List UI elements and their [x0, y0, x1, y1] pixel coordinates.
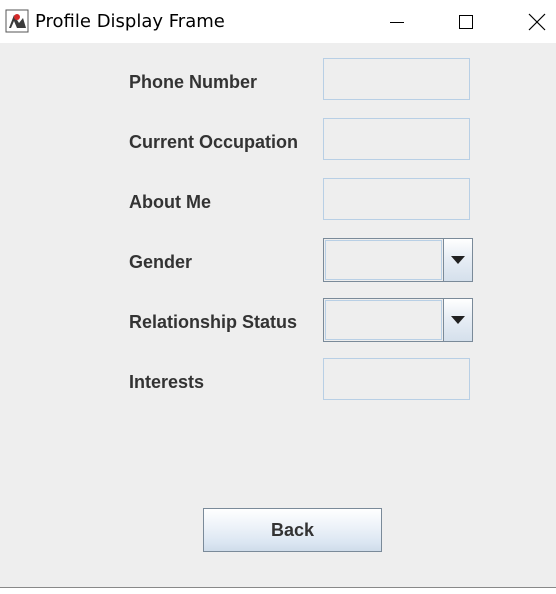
- phone-number-field[interactable]: [323, 58, 470, 100]
- gender-label: Gender: [129, 252, 193, 272]
- about-me-label: About Me: [129, 192, 211, 212]
- back-button[interactable]: Back: [203, 508, 382, 552]
- minimize-icon: [390, 21, 404, 23]
- form-panel: Phone Number Current Occupation About Me…: [0, 43, 556, 587]
- gender-dropdown-button[interactable]: [443, 239, 472, 281]
- gender-selected-value: [325, 240, 442, 280]
- current-occupation-field[interactable]: [323, 118, 470, 160]
- interests-field[interactable]: [323, 358, 470, 400]
- about-me-field[interactable]: [323, 178, 470, 220]
- profile-display-window: Profile Display Frame Phone Number Curre…: [0, 0, 556, 594]
- chevron-down-icon: [451, 316, 465, 324]
- gender-dropdown[interactable]: [323, 238, 473, 282]
- current-occupation-label: Current Occupation: [129, 132, 299, 152]
- relationship-status-dropdown[interactable]: [323, 298, 473, 342]
- phone-number-label: Phone Number: [129, 72, 258, 92]
- title-bar: Profile Display Frame: [0, 0, 556, 43]
- close-icon: [528, 13, 546, 30]
- minimize-button[interactable]: [374, 0, 420, 43]
- relationship-status-label: Relationship Status: [129, 312, 298, 332]
- close-button[interactable]: [514, 0, 556, 43]
- java-duke-icon: [5, 9, 29, 33]
- chevron-down-icon: [451, 256, 465, 264]
- window-title: Profile Display Frame: [35, 11, 225, 32]
- window-bottom-border: [0, 587, 556, 594]
- relationship-status-dropdown-button[interactable]: [443, 299, 472, 341]
- maximize-button[interactable]: [443, 0, 489, 43]
- maximize-icon: [459, 14, 473, 29]
- relationship-status-selected-value: [325, 300, 442, 340]
- interests-label: Interests: [129, 372, 205, 392]
